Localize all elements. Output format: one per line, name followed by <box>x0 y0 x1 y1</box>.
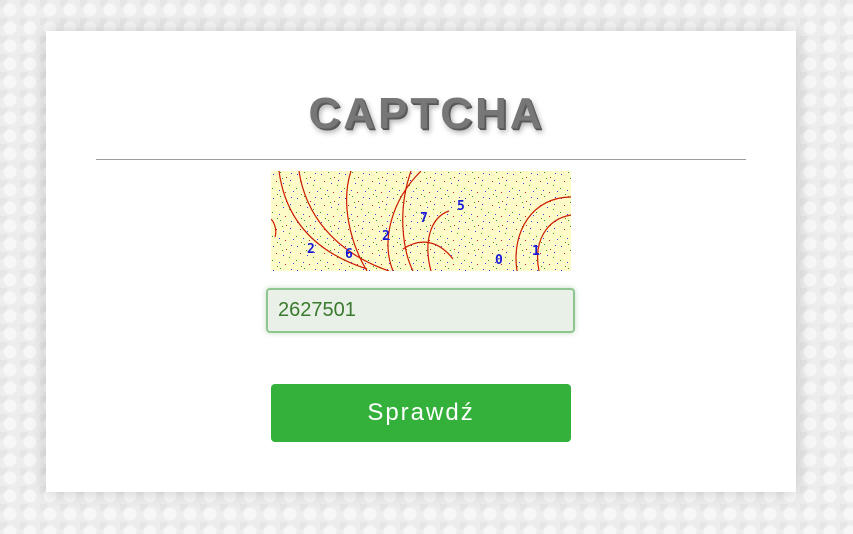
check-button[interactable]: Sprawdź <box>271 384 571 442</box>
captcha-image: 2 6 2 7 5 0 1 <box>271 171 571 271</box>
captcha-digit: 2 <box>382 229 390 244</box>
captcha-digit: 6 <box>345 247 353 262</box>
captcha-digit: 2 <box>307 242 315 257</box>
captcha-digit: 0 <box>495 253 503 268</box>
title-divider <box>96 159 746 160</box>
captcha-code-input[interactable] <box>266 288 575 333</box>
captcha-digit: 1 <box>532 244 540 259</box>
captcha-digit: 5 <box>457 199 465 214</box>
page-title: CAPTCHA <box>308 89 545 138</box>
captcha-digit: 7 <box>420 211 428 226</box>
